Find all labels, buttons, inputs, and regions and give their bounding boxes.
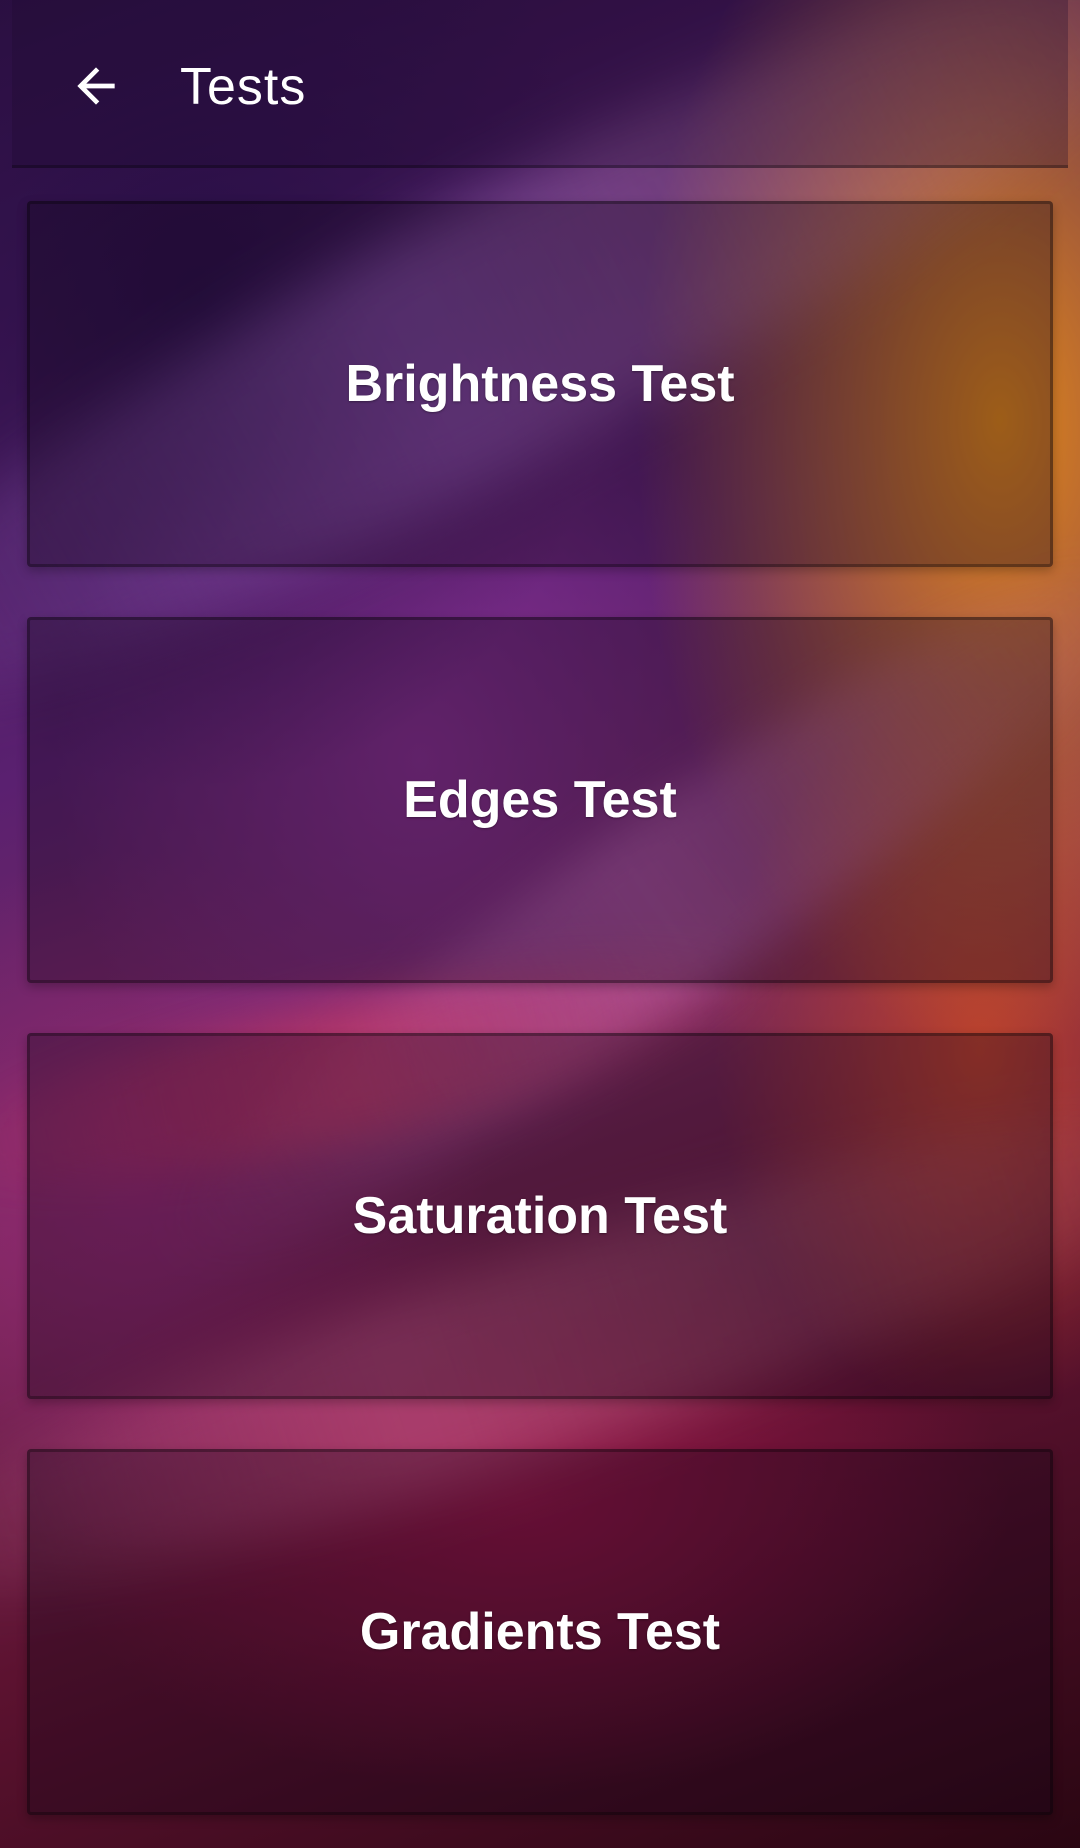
- test-list: Brightness Test Edges Test Saturation Te…: [0, 0, 1080, 1848]
- test-label: Saturation Test: [352, 1187, 728, 1245]
- test-label: Edges Test: [403, 771, 677, 829]
- saturation-test-button[interactable]: Saturation Test: [27, 1033, 1053, 1399]
- edges-test-button[interactable]: Edges Test: [27, 617, 1053, 983]
- brightness-test-button[interactable]: Brightness Test: [27, 201, 1053, 567]
- gradients-test-button[interactable]: Gradients Test: [27, 1449, 1053, 1815]
- test-label: Brightness Test: [345, 355, 735, 413]
- test-label: Gradients Test: [359, 1603, 721, 1661]
